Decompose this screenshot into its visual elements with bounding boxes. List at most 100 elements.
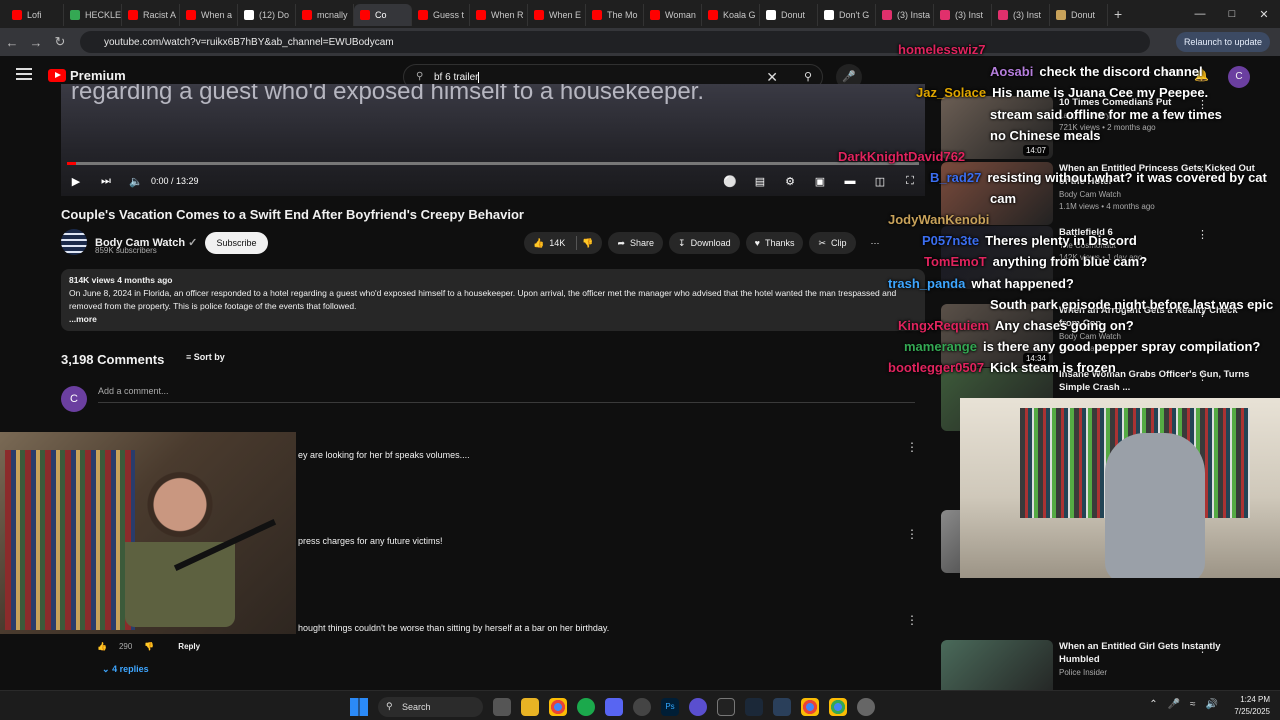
video-thumbnail[interactable]: 14:34 <box>941 304 1053 367</box>
browser-tab[interactable]: Woman <box>644 4 702 26</box>
taskbar-search[interactable]: ⚲ Search <box>378 697 483 717</box>
comment-menu-icon[interactable]: ⋮ <box>906 613 918 627</box>
browser-tab[interactable]: When R <box>470 4 528 26</box>
recommendation-channel[interactable]: Body Cam Watch <box>1059 332 1121 341</box>
video-player[interactable]: regarding a guest who'd exposed himself … <box>61 84 925 196</box>
volume-icon[interactable]: 🔈 <box>121 175 151 188</box>
chrome-icon[interactable] <box>549 698 567 716</box>
autoplay-toggle-icon[interactable]: ⚪ <box>715 175 745 188</box>
browser-tab[interactable]: Donut <box>760 4 818 26</box>
chrome-profile-icon[interactable] <box>801 698 819 716</box>
file-explorer-icon[interactable] <box>521 698 539 716</box>
chrome-alt-icon[interactable] <box>829 698 847 716</box>
browser-tab[interactable]: When E <box>528 4 586 26</box>
recommendation-title[interactable]: When an Entitled Girl Gets Instantly Hum… <box>1059 640 1259 666</box>
more-actions-icon[interactable]: ⋯ <box>862 232 889 254</box>
clip-button[interactable]: ✂ Clip <box>809 232 856 254</box>
captions-icon[interactable]: ▤ <box>745 175 775 188</box>
url-field[interactable]: youtube.com/watch?v=ruikx6B7hBY&ab_chann… <box>80 31 1150 53</box>
progress-bar[interactable] <box>67 162 919 165</box>
recommendation-title[interactable]: When an Arrogant Gets a Reality Check fr… <box>1059 304 1259 330</box>
like-button[interactable]: 👍 14K 👎 <box>524 232 603 254</box>
settings-icon[interactable] <box>633 698 651 716</box>
clock[interactable]: 1:24 PM 7/25/2025 <box>1234 694 1270 718</box>
task-view-icon[interactable] <box>493 698 511 716</box>
relaunch-button[interactable]: Relaunch to update <box>1175 32 1270 52</box>
new-tab-icon[interactable]: + <box>1114 6 1122 22</box>
chevron-up-icon[interactable]: ⌃ <box>1149 699 1157 710</box>
notifications-bell-icon[interactable]: 🔔 <box>1194 68 1209 82</box>
recommendation-menu-icon[interactable]: ⋮ <box>1197 228 1208 241</box>
comment-like-icon[interactable]: 👍 <box>97 642 107 651</box>
windows-start-icon[interactable] <box>350 698 368 716</box>
replies-toggle[interactable]: ⌄ 4 replies <box>102 664 149 675</box>
wifi-icon[interactable]: ≈ <box>1190 699 1196 710</box>
browser-tab[interactable]: The Mo <box>586 4 644 26</box>
recommendation-menu-icon[interactable]: ⋮ <box>1197 98 1208 111</box>
account-avatar[interactable]: C <box>1228 66 1250 88</box>
app-icon[interactable] <box>857 698 875 716</box>
comment-dislike-icon[interactable]: 👎 <box>144 642 154 651</box>
download-button[interactable]: ↧ Download <box>669 232 740 254</box>
recommendation-menu-icon[interactable]: ⋮ <box>1197 164 1208 177</box>
recommendation-title[interactable]: Insane Woman Grabs Officer's Gun, Turns … <box>1059 368 1259 394</box>
recommendation-channel[interactable]: Police Insider <box>1059 668 1107 677</box>
comment-menu-icon[interactable]: ⋮ <box>906 527 918 541</box>
channel-avatar[interactable] <box>61 229 87 255</box>
vpn-icon[interactable] <box>689 698 707 716</box>
recommendation-channel[interactable]: Body Cam Watch <box>1059 190 1121 199</box>
obs-icon[interactable] <box>717 698 735 716</box>
browser-tab[interactable]: (3) Insta <box>876 4 934 26</box>
recommendation-title[interactable]: 10 Times Comedians Put <box>1059 96 1259 109</box>
recommendation-item[interactable]: Battlefield 6 The Cosmonaut 142K views • 1… <box>941 226 1280 290</box>
browser-tab[interactable]: (12) Do <box>238 4 296 26</box>
browser-tab[interactable]: mcnally <box>296 4 354 26</box>
video-thumbnail[interactable] <box>941 226 1053 289</box>
sort-button[interactable]: ≡ Sort by <box>186 352 225 362</box>
speaker-icon[interactable]: 🔊 <box>1206 699 1218 710</box>
recommendation-channel[interactable]: Laugh Factory <box>1059 111 1110 120</box>
recommendation-item[interactable]: 14:07 10 Times Comedians Put Laugh Factory… <box>941 96 1280 160</box>
browser-tab[interactable]: Koala G <box>702 4 760 26</box>
recommendation-menu-icon[interactable]: ⋮ <box>1197 370 1208 383</box>
search-button-icon[interactable]: ⚲ <box>804 70 812 83</box>
browser-tab[interactable]: When a <box>180 4 238 26</box>
spotify-icon[interactable] <box>577 698 595 716</box>
subscribe-button[interactable]: Subscribe <box>205 232 268 254</box>
discord-icon[interactable] <box>605 698 623 716</box>
video-thumbnail[interactable]: 14:07 <box>941 96 1053 159</box>
recommendation-item[interactable]: 14:34 When an Arrogant Gets a Reality Che… <box>941 304 1280 368</box>
recommendation-title[interactable]: When an Entitled Princess Gets Kicked Ou… <box>1059 162 1259 188</box>
back-icon[interactable]: ← <box>0 35 24 50</box>
browser-tab[interactable]: Guess t <box>412 4 470 26</box>
reload-icon[interactable]: ↻ <box>48 34 72 50</box>
steam-icon[interactable] <box>745 698 763 716</box>
recommendation-menu-icon[interactable]: ⋮ <box>1197 642 1208 655</box>
fullscreen-icon[interactable]: ⛶ <box>895 175 925 188</box>
browser-tab[interactable]: (3) Inst <box>934 4 992 26</box>
close-window-icon[interactable]: ✕ <box>1248 8 1280 21</box>
browser-tab[interactable]: Co <box>354 4 412 26</box>
menu-icon[interactable] <box>16 68 32 80</box>
video-thumbnail[interactable] <box>941 162 1053 225</box>
recommendation-title[interactable]: Battlefield 6 <box>1059 226 1259 239</box>
theater-icon[interactable]: ▬ <box>835 175 865 187</box>
cast-icon[interactable]: ◫ <box>865 175 895 188</box>
browser-tab[interactable]: Lofi <box>6 4 64 26</box>
minimize-icon[interactable]: — <box>1184 8 1216 20</box>
browser-tab[interactable]: Racist A <box>122 4 180 26</box>
browser-tab[interactable]: HECKLE <box>64 4 122 26</box>
recommendation-menu-icon[interactable]: ⋮ <box>1197 306 1208 319</box>
create-button[interactable]: + Create <box>1145 68 1184 79</box>
thumbs-down-icon[interactable]: 👎 <box>582 238 593 249</box>
next-icon[interactable]: ⏭ <box>91 175 121 188</box>
photoshop-icon[interactable]: Ps <box>661 698 679 716</box>
steam-alt-icon[interactable] <box>773 698 791 716</box>
browser-tab[interactable]: (3) Inst <box>992 4 1050 26</box>
browser-tab[interactable]: Donut <box>1050 4 1108 26</box>
maximize-icon[interactable]: □ <box>1216 8 1248 20</box>
settings-gear-icon[interactable]: ⚙ <box>775 175 805 188</box>
more-link[interactable]: ...more <box>69 313 917 326</box>
forward-icon[interactable]: → <box>24 35 48 50</box>
miniplayer-icon[interactable]: ▣ <box>805 175 835 188</box>
